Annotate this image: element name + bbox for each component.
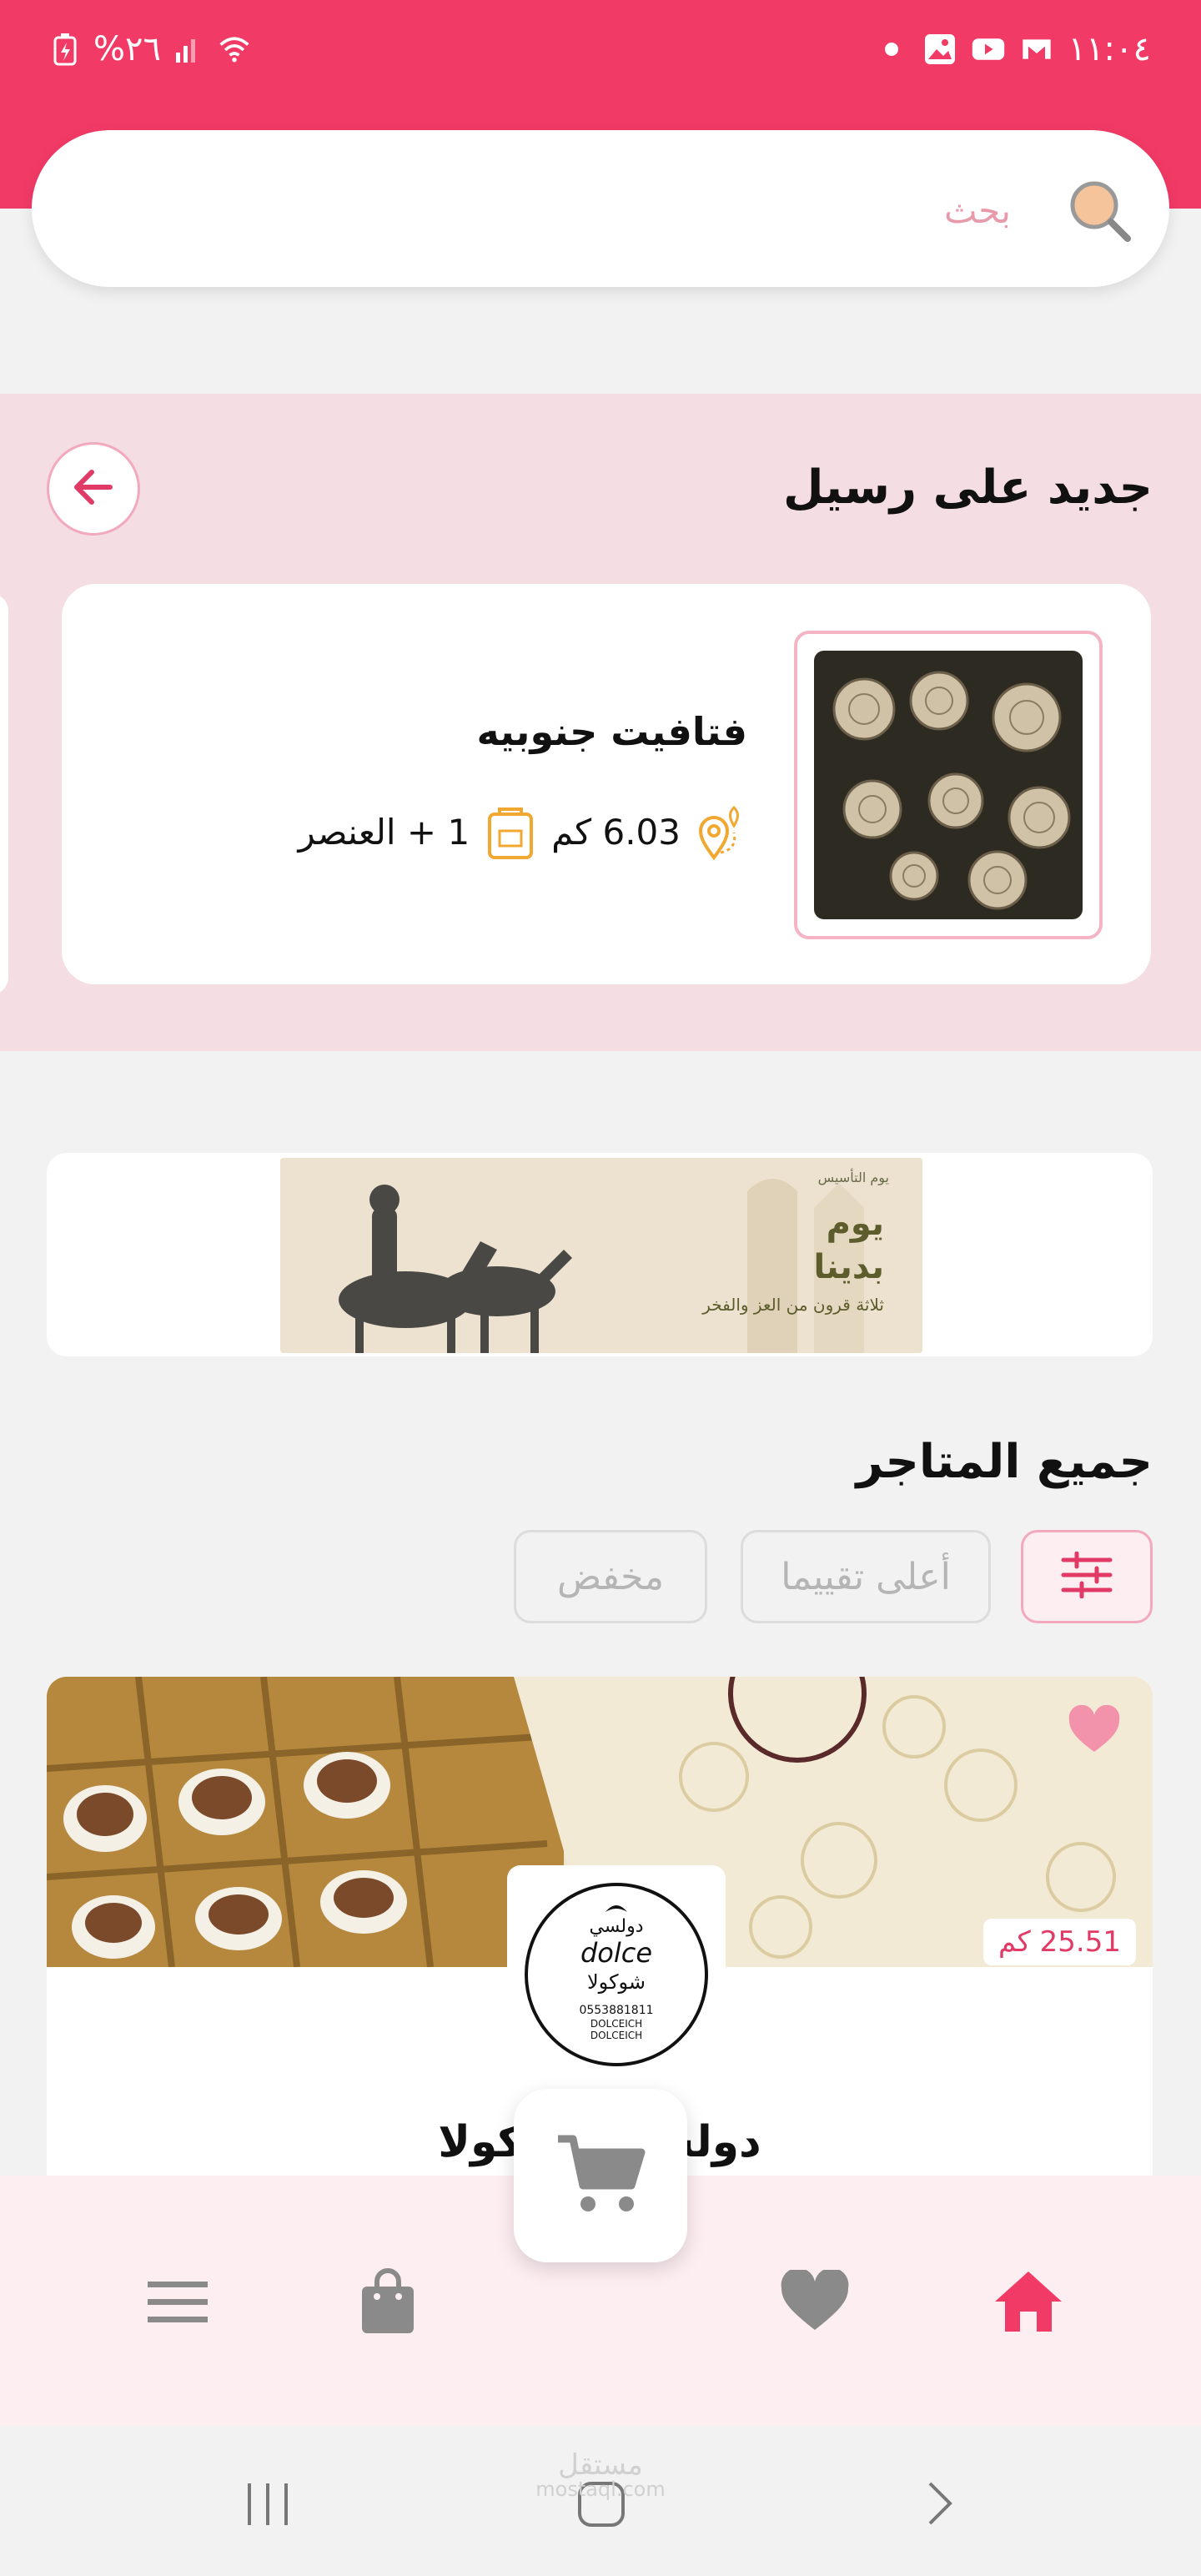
banner-line-3: ثلاثة قرون من العز والفخر xyxy=(702,1295,884,1315)
battery-percent: %٢٦ xyxy=(93,30,161,68)
bag-icon xyxy=(359,2268,417,2338)
section-title-new: جديد على رسيل xyxy=(783,460,1153,515)
status-right: ١١:٠٤ xyxy=(875,30,1151,68)
nav-home[interactable] xyxy=(991,2266,1066,2341)
store-logo: دولسي dolce شوكولا 0553881811 DOLCEICH D… xyxy=(507,1865,726,2084)
watermark: مستقل mostaql.com xyxy=(517,2451,684,2499)
nav-menu[interactable] xyxy=(140,2266,215,2341)
location-pin-icon xyxy=(696,802,747,861)
watermark-text: مستقل xyxy=(558,2448,643,2482)
watermark-domain: mostaql.com xyxy=(535,2478,666,2501)
search-input[interactable]: بحث xyxy=(32,130,1169,287)
logo-text-6: DOLCEICH xyxy=(590,2030,642,2041)
search-icon[interactable] xyxy=(1066,177,1133,244)
new-store-card[interactable]: فتافيت جنوبيه 6.03 كم 1 + العنصر xyxy=(62,584,1151,984)
favorite-icon[interactable] xyxy=(1068,1704,1121,1755)
banner-line-2: بدينا xyxy=(813,1248,884,1286)
store-name: فتافيت جنوبيه xyxy=(476,709,748,754)
youtube-icon xyxy=(972,33,1005,66)
status-bar: %٢٦ ١١:٠٤ xyxy=(0,0,1201,115)
gmail-icon xyxy=(1020,33,1053,66)
battery-icon xyxy=(48,33,82,66)
gallery-icon xyxy=(923,33,957,66)
nav-orders[interactable] xyxy=(350,2266,425,2341)
store-image-frame xyxy=(794,631,1103,939)
chip-top-rated[interactable]: أعلى تقييما xyxy=(741,1530,991,1623)
signal-icon xyxy=(173,33,206,66)
search-placeholder: بحث xyxy=(943,190,1011,231)
cart-icon xyxy=(555,2132,646,2219)
banner-text: يوم بدينا ثلاثة قرون من العز والفخر xyxy=(702,1205,884,1315)
status-left: %٢٦ xyxy=(48,30,251,68)
see-all-button[interactable] xyxy=(47,442,140,536)
system-navigation: مستقل mostaql.com xyxy=(0,2426,1201,2576)
chip-discounted[interactable]: مخفض xyxy=(514,1530,707,1623)
store-distance-badge: 25.51 كم xyxy=(983,1919,1136,1965)
promo-banner[interactable]: يوم التأسيس يوم بدينا ثلاثة قرون من العز… xyxy=(47,1153,1153,1356)
cart-button[interactable] xyxy=(514,2089,687,2262)
banner-line-1: يوم xyxy=(826,1205,884,1243)
store-meta: 6.03 كم 1 + العنصر xyxy=(299,802,747,861)
logo-text-3: شوكولا xyxy=(587,1970,646,1994)
new-stores-section: جديد على رسيل فتافيت جنوبيه 6.03 كم 1 + … xyxy=(0,394,1201,1051)
menu-icon xyxy=(144,2277,211,2330)
recent-apps-button[interactable] xyxy=(230,2468,305,2543)
banner-image: يوم التأسيس يوم بدينا ثلاثة قرون من العز… xyxy=(280,1158,922,1353)
store-distance: 6.03 كم xyxy=(551,811,681,853)
wifi-icon xyxy=(218,33,251,66)
home-icon xyxy=(993,2270,1063,2337)
arrow-left-icon xyxy=(70,464,117,514)
chevron-right-icon xyxy=(913,2478,963,2532)
notification-dot-icon xyxy=(875,33,908,66)
nav-favorites[interactable] xyxy=(777,2266,852,2341)
logo-text-4: 0553881811 xyxy=(579,2004,653,2017)
section-title-all-stores: جميع المتاجر xyxy=(856,1435,1153,1489)
filter-button[interactable] xyxy=(1021,1530,1153,1623)
back-system-button[interactable] xyxy=(901,2468,976,2543)
next-card-peek[interactable] xyxy=(0,594,8,994)
sliders-icon xyxy=(1060,1551,1113,1602)
heart-icon xyxy=(780,2267,850,2337)
store-items: 1 + العنصر xyxy=(298,811,470,853)
store-image xyxy=(814,651,1083,919)
banner-logo: يوم التأسيس xyxy=(817,1170,889,1185)
logo-text-5: DOLCEICH xyxy=(590,2018,642,2030)
bag-outline-icon xyxy=(485,802,536,861)
recent-apps-icon xyxy=(243,2478,293,2532)
status-time: ١١:٠٤ xyxy=(1068,30,1151,68)
logo-text-1: دولسي xyxy=(589,1916,643,1937)
logo-text-2: dolce xyxy=(580,1937,652,1969)
